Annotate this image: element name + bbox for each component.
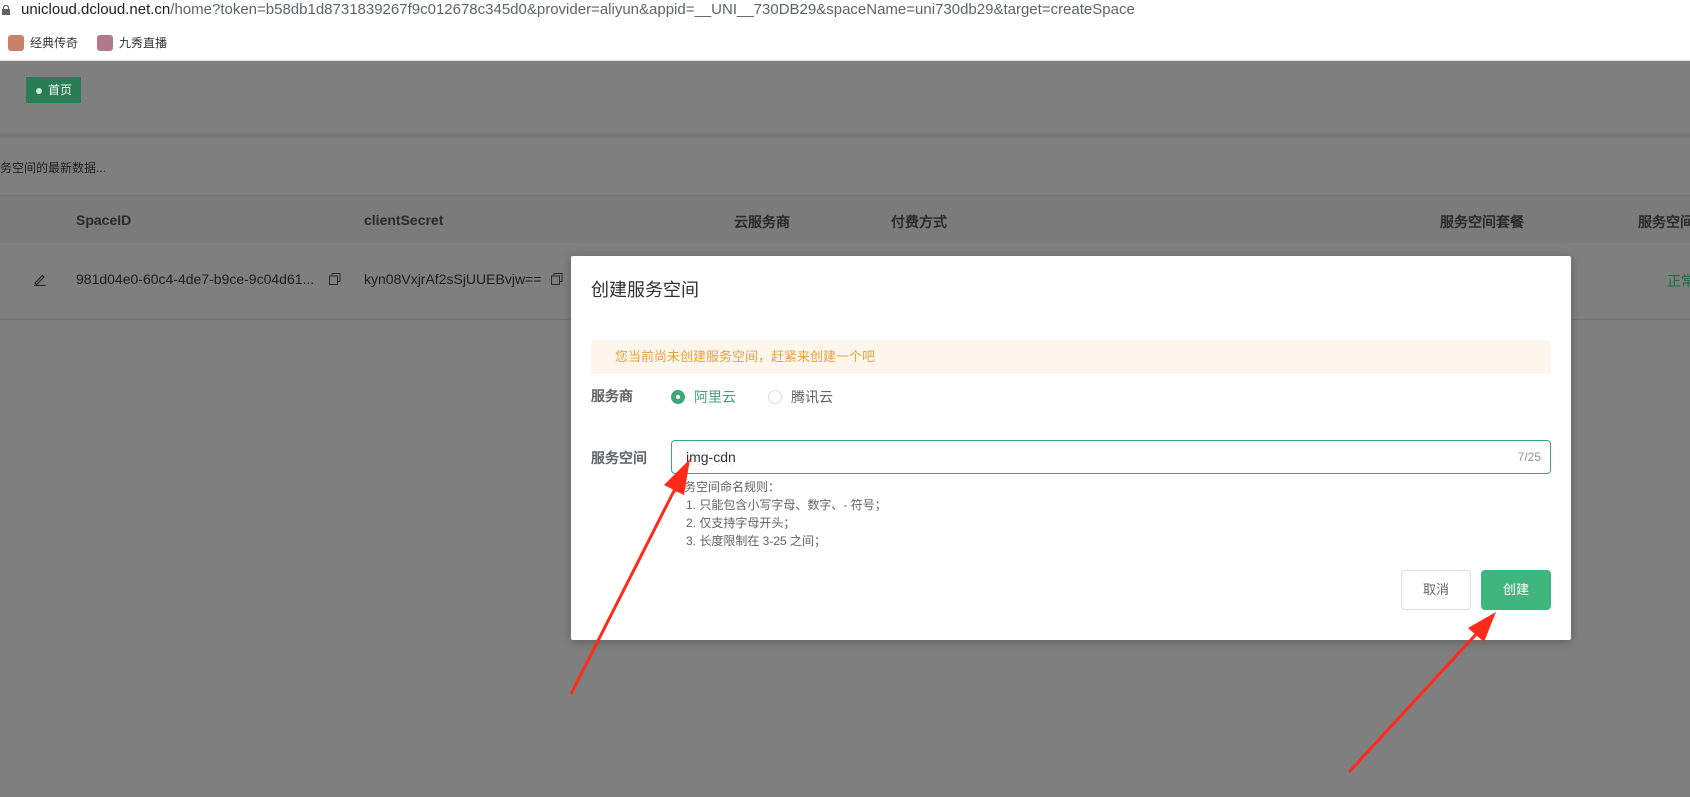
radio-tencent[interactable]: 腾讯云 xyxy=(768,387,833,407)
radio-aliyun[interactable]: 阿里云 xyxy=(671,387,736,407)
column-status: 服务空间 xyxy=(1638,214,1690,230)
bookmark-jingdian[interactable]: 经典传奇 xyxy=(8,34,78,51)
space-id-cell: 981d04e0-60c4-4de7-b9ce-9c04d61... xyxy=(76,271,315,287)
url-path: /home?token=b58db1d8731839267f9c012678c3… xyxy=(170,1,1135,18)
rule-item: 1. 只能包含小写字母、数字、- 符号； xyxy=(686,498,887,512)
client-secret-cell: kyn08VxjrAf2sSjUUEBvjw== xyxy=(364,271,542,287)
char-counter: 7/25 xyxy=(1517,450,1541,464)
info-tip: 服务空间的最新数据... xyxy=(0,161,107,175)
dot-icon xyxy=(36,87,42,94)
space-name-label: 服务空间 xyxy=(591,450,647,466)
breadcrumb-home[interactable]: 首页 xyxy=(26,77,81,103)
warning-alert: 您当前尚未创建服务空间，赶紧来创建一个吧 xyxy=(591,340,1551,374)
bookmark-label: 九秀直播 xyxy=(119,36,168,50)
copy-icon[interactable] xyxy=(551,273,563,285)
edit-icon[interactable] xyxy=(33,272,47,286)
bookmark-jiuxiu[interactable]: 九秀直播 xyxy=(97,34,167,51)
space-name-input[interactable] xyxy=(686,441,1466,473)
space-name-field[interactable]: 7/25 xyxy=(671,440,1551,474)
rule-item: 3. 长度限制在 3-25 之间； xyxy=(686,534,827,548)
column-spaceid: SpaceID xyxy=(76,212,132,228)
bookmark-favicon-icon xyxy=(97,34,113,51)
url-text: unicloud.dcloud.net.cn/home?token=b58db1… xyxy=(21,0,1135,20)
url-host: unicloud.dcloud.net.cn xyxy=(21,1,171,18)
dialog-title: 创建服务空间 xyxy=(591,280,699,300)
radio-label: 腾讯云 xyxy=(791,389,833,405)
column-payment: 付费方式 xyxy=(891,214,947,230)
radio-checked-icon xyxy=(671,390,685,404)
column-provider: 云服务商 xyxy=(734,214,790,230)
bookmarks-bar: 经典传奇 九秀直播 xyxy=(0,24,1690,61)
create-button[interactable]: 创建 xyxy=(1481,570,1551,610)
breadcrumb-label: 首页 xyxy=(48,83,73,97)
create-space-dialog: 创建服务空间 您当前尚未创建服务空间，赶紧来创建一个吧 服务商 阿里云 腾讯云 … xyxy=(571,256,1571,640)
column-clientsecret: clientSecret xyxy=(364,212,444,228)
rules-title: 服务空间命名规则： xyxy=(672,480,781,494)
status-cell: 正常 xyxy=(1667,273,1690,289)
column-plan: 服务空间套餐 xyxy=(1440,214,1524,230)
copy-icon[interactable] xyxy=(329,273,341,285)
provider-label: 服务商 xyxy=(591,388,633,404)
bookmark-favicon-icon xyxy=(8,34,24,51)
browser-address-bar[interactable]: unicloud.dcloud.net.cn/home?token=b58db1… xyxy=(0,0,1690,24)
radio-label: 阿里云 xyxy=(694,389,736,405)
rule-item: 2. 仅支持字母开头； xyxy=(686,516,796,530)
cancel-button[interactable]: 取消 xyxy=(1401,570,1471,610)
radio-unchecked-icon xyxy=(768,390,782,404)
divider xyxy=(0,133,1690,137)
naming-rules: 服务空间命名规则： 1. 只能包含小写字母、数字、- 符号； 2. 仅支持字母开… xyxy=(672,478,887,550)
lock-icon xyxy=(2,5,10,15)
bookmark-label: 经典传奇 xyxy=(30,36,79,50)
table-header: SpaceID clientSecret 云服务商 付费方式 服务空间套餐 服务… xyxy=(0,195,1690,245)
